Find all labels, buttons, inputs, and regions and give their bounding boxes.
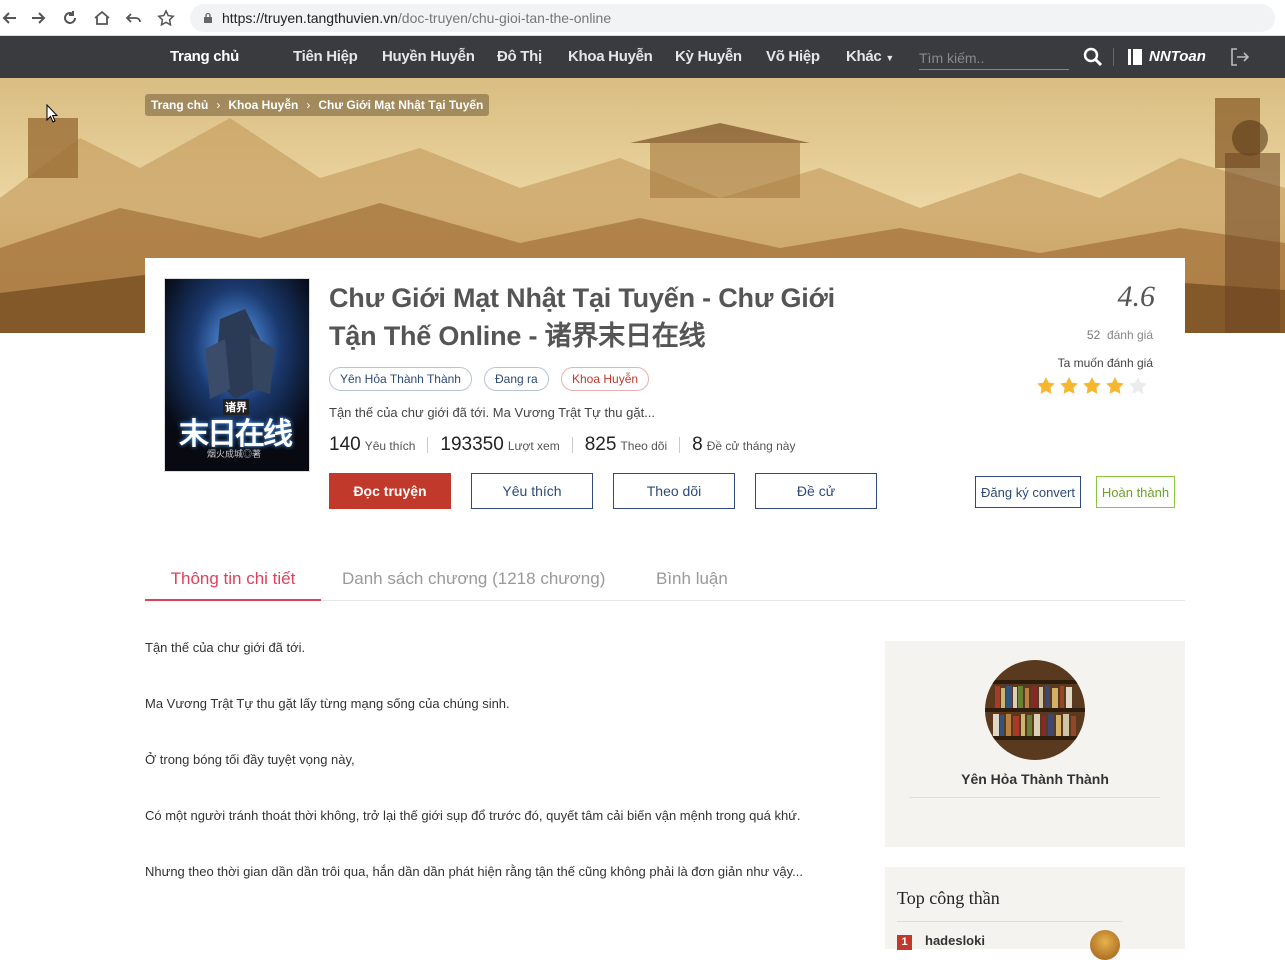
likes-count: 140 [329, 434, 361, 455]
views-count: 193350 [440, 434, 504, 455]
nominations-label: Đề cử tháng này [706, 439, 796, 453]
nominate-button[interactable]: Đề cử [755, 473, 877, 509]
read-button[interactable]: Đọc truyện [329, 473, 451, 509]
book-title: Chư Giới Mạt Nhật Tại Tuyến - Chư Giới T… [329, 283, 835, 351]
tab-comments[interactable]: Bình luận [656, 560, 728, 601]
nav-divider [1113, 48, 1114, 66]
search-icon[interactable] [1083, 47, 1103, 67]
user-name-link[interactable]: NNToan [1149, 36, 1206, 78]
breadcrumb-home[interactable]: Trang chủ [151, 98, 208, 112]
chevron-right-icon: › [216, 98, 221, 112]
status-tag: Đang ra [484, 367, 549, 391]
nav-huyen-huyen[interactable]: Huyền Huyễn [382, 36, 475, 78]
book-description: Tận thế của chư giới đã tới. Ma Vương Tr… [145, 634, 835, 914]
rating-count-label: đánh giá [1106, 328, 1153, 342]
stat-divider [427, 437, 429, 453]
top-navigation: Trang chủ Tiên Hiệp Huyền Huyễn Đô Thị K… [0, 36, 1285, 78]
follows-count: 825 [584, 434, 617, 455]
rating-count-value: 52 [1086, 328, 1101, 342]
nav-vo-hiep[interactable]: Võ Hiệp [766, 36, 820, 78]
rate-prompt: Ta muốn đánh giá [1057, 356, 1153, 370]
star-icon[interactable] [1105, 376, 1125, 396]
book-cover[interactable]: 诸界 末日在线 烟火成城◎著 [165, 279, 309, 471]
star-icon[interactable] [1082, 376, 1102, 396]
star-icon[interactable] [1059, 376, 1079, 396]
nav-khac-label: Khác [846, 48, 882, 65]
stat-divider [679, 437, 681, 453]
caret-down-icon: ▼ [885, 53, 894, 63]
breadcrumb-category[interactable]: Khoa Huyễn [228, 98, 298, 112]
stat-divider [571, 437, 573, 453]
tab-details[interactable]: Thông tin chi tiết [145, 560, 321, 601]
top-contributors-title: Top công thần [897, 888, 1000, 908]
book-intro: Tận thế của chư giới đã tới. Ma Vương Tr… [329, 405, 656, 420]
nav-do-thi[interactable]: Đô Thị [497, 36, 542, 78]
nominations-count: 8 [692, 434, 703, 455]
description-paragraph: Nhưng theo thời gian dần dần trôi qua, h… [145, 864, 803, 879]
register-convert-button[interactable]: Đăng ký convert [975, 476, 1081, 508]
author-name[interactable]: Yên Hỏa Thành Thành [910, 771, 1160, 787]
rating-score: 4.6 [1117, 280, 1156, 313]
description-paragraph: Ở trong bóng tối đầy tuyệt vọng này, [145, 752, 355, 767]
chevron-right-icon: › [306, 98, 311, 112]
reload-icon[interactable] [54, 0, 86, 36]
author-avatar[interactable] [985, 660, 1085, 760]
description-paragraph: Ma Vương Trật Tự thu gặt lấy từng mạng s… [145, 696, 510, 711]
nav-khoa-huyen[interactable]: Khoa Huyễn [568, 36, 653, 78]
follow-button[interactable]: Theo dõi [613, 473, 735, 509]
logout-icon[interactable] [1228, 46, 1250, 68]
nav-tien-hiep[interactable]: Tiên Hiệp [293, 36, 358, 78]
description-paragraph: Có một người tránh thoát thời không, trở… [145, 808, 801, 823]
rating-stars[interactable] [1036, 376, 1148, 396]
description-paragraph: Tận thế của chư giới đã tới. [145, 640, 306, 655]
nav-ky-huyen[interactable]: Kỳ Huyễn [675, 36, 742, 78]
bookmark-star-icon[interactable] [150, 0, 182, 36]
divider [897, 921, 1122, 922]
book-stats: 140 Yêu thích 193350 Lượt xem 825 Theo dõi … [329, 434, 795, 456]
mouse-cursor-icon [46, 104, 58, 123]
rank-badge: 1 [897, 935, 912, 950]
rating-count: 52 đánh giá [1060, 328, 1153, 342]
url-path: /doc-truyen/chu-gioi-tan-the-online [397, 10, 612, 26]
url-host: https://truyen.tangthuvien.vn [222, 10, 398, 26]
cover-author: 烟火成城◎著 [207, 449, 262, 459]
author-tag[interactable]: Yên Hỏa Thành Thành [329, 367, 472, 391]
tab-chapters[interactable]: Danh sách chương (1218 chương) [342, 560, 605, 601]
nav-home[interactable]: Trang chủ [170, 36, 239, 78]
likes-label: Yêu thích [364, 439, 416, 453]
book-user-icon [1128, 49, 1142, 65]
forward-icon[interactable] [22, 0, 54, 36]
completed-button[interactable]: Hoàn thành [1096, 476, 1175, 508]
breadcrumb-current[interactable]: Chư Giới Mạt Nhật Tại Tuyến [318, 98, 483, 112]
home-icon[interactable] [86, 0, 118, 36]
contributor-name[interactable]: hadesloki [925, 933, 985, 948]
detail-tabs: Thông tin chi tiết Danh sách chương (121… [145, 560, 1185, 601]
like-button[interactable]: Yêu thích [471, 473, 593, 509]
search-input[interactable] [919, 46, 1069, 70]
follows-label: Theo dõi [620, 439, 668, 453]
star-icon[interactable] [1128, 376, 1148, 396]
divider [910, 797, 1160, 798]
browser-toolbar: https://truyen.tangthuvien.vn/doc-truyen… [0, 0, 1285, 36]
bookshelf-image [985, 660, 1085, 760]
views-label: Lượt xem [507, 439, 560, 453]
lock-icon [204, 12, 212, 23]
nav-khac[interactable]: Khác ▼ [846, 36, 894, 78]
breadcrumb: Trang chủ › Khoa Huyễn › Chư Giới Mạt Nh… [145, 94, 490, 116]
contributor-avatar[interactable] [1090, 930, 1120, 960]
address-bar[interactable]: https://truyen.tangthuvien.vn/doc-truyen… [190, 4, 1275, 32]
undo-icon[interactable] [118, 0, 150, 36]
category-tag[interactable]: Khoa Huyễn [561, 367, 650, 391]
star-icon[interactable] [1036, 376, 1056, 396]
